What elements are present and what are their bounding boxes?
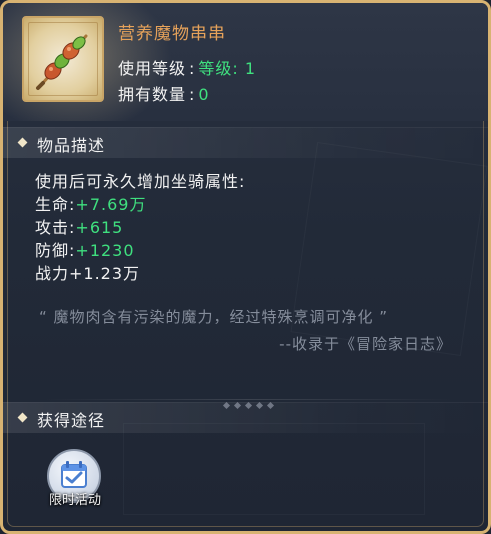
stat-row-defense: 防御:+1230 bbox=[35, 239, 245, 262]
stat-label: 防御: bbox=[35, 241, 76, 260]
stat-value: +7.69万 bbox=[75, 195, 147, 214]
obtain-source-label: 限时活动 bbox=[48, 493, 101, 508]
stat-label: 攻击: bbox=[35, 218, 76, 237]
stat-row-attack: 攻击:+615 bbox=[35, 216, 245, 239]
stat-row-hp: 生命:+7.69万 bbox=[35, 193, 245, 216]
owned-count-label: 拥有数量 bbox=[118, 85, 187, 104]
description-section-title: 物品描述 bbox=[37, 136, 106, 155]
description-intro: 使用后可永久增加坐骑属性: bbox=[35, 172, 246, 191]
owned-count-row: 拥有数量:0 bbox=[118, 81, 210, 105]
stat-label: 生命: bbox=[35, 195, 76, 214]
diamond-bullet-icon bbox=[17, 137, 28, 148]
separator: : bbox=[189, 59, 196, 78]
use-level-row: 使用等级: 等级: 1 bbox=[118, 55, 256, 79]
description-text: 使用后可永久增加坐骑属性: 生命:+7.69万 攻击:+615 防御:+1230… bbox=[35, 170, 245, 285]
description-section-header: 物品描述 bbox=[3, 127, 488, 158]
obtain-source-limited-event[interactable]: 限时活动 bbox=[43, 449, 103, 509]
item-tooltip-panel: 营养魔物串串 使用等级: 等级: 1 拥有数量:0 物品描述 使用后可永久增加坐骑… bbox=[0, 0, 491, 534]
stat-value: +615 bbox=[75, 218, 124, 237]
background-watermark bbox=[123, 423, 425, 515]
use-level-label: 使用等级 bbox=[118, 59, 187, 78]
obtain-section-title: 获得途径 bbox=[37, 411, 106, 430]
diamond-bullet-icon bbox=[17, 412, 28, 423]
combat-power: 战力+1.23万 bbox=[35, 264, 141, 283]
separator: : bbox=[189, 85, 196, 104]
owned-count-value: 0 bbox=[198, 85, 210, 104]
item-icon-frame bbox=[22, 16, 104, 102]
flavor-source: --收录于《冒险家日志》 bbox=[279, 335, 452, 353]
use-level-value: 等级: 1 bbox=[198, 59, 257, 78]
flavor-quote: “ 魔物肉含有污染的魔力，经过特殊烹调可净化 ” bbox=[39, 308, 389, 326]
stat-value: +1230 bbox=[75, 241, 135, 260]
meat-skewer-icon bbox=[36, 34, 88, 90]
obtain-section-header: 获得途径 bbox=[3, 402, 488, 433]
item-header: 营养魔物串串 使用等级: 等级: 1 拥有数量:0 bbox=[3, 3, 488, 121]
item-name: 营养魔物串串 bbox=[118, 24, 226, 44]
